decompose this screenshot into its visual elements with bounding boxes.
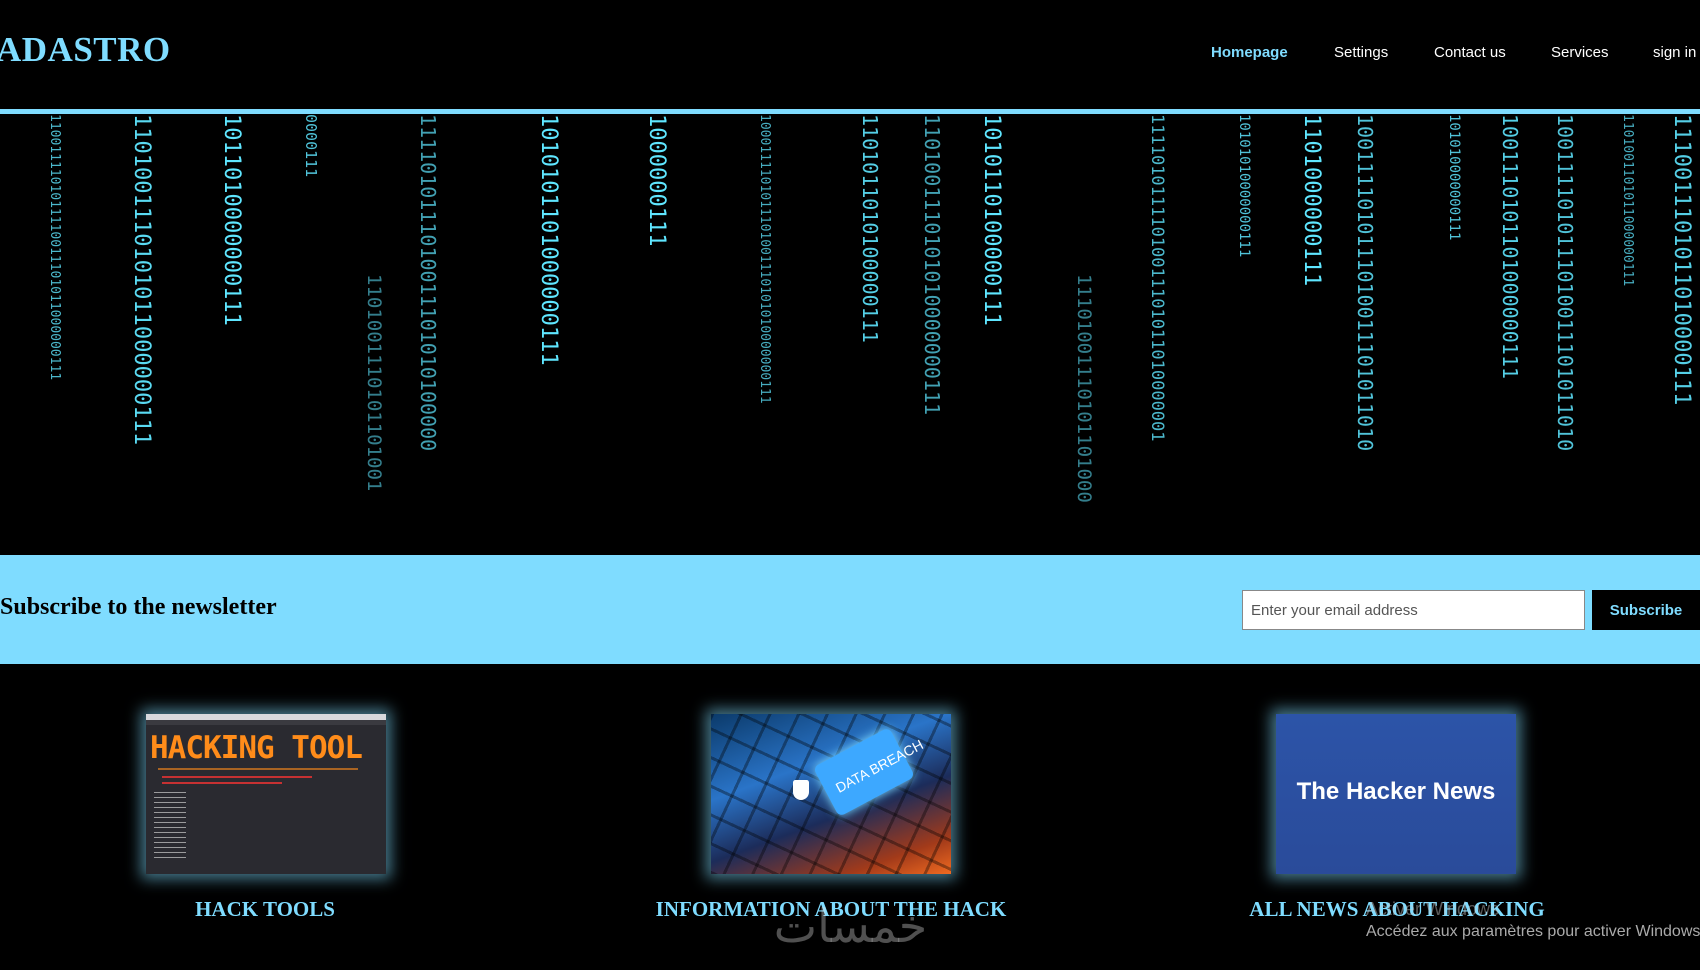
email-input[interactable] xyxy=(1242,590,1585,630)
terminal-text-block xyxy=(154,792,186,862)
binary-column: 11101001110101101000 xyxy=(1073,274,1095,503)
terminal-line xyxy=(158,768,358,770)
activation-line-1: Activer Windows xyxy=(1366,899,1500,919)
nav-settings[interactable]: Settings xyxy=(1334,44,1388,61)
terminal-line xyxy=(162,782,282,784)
binary-column: 1101011010100000111 xyxy=(858,114,882,343)
terminal-menubar xyxy=(146,720,386,725)
nav-services[interactable]: Services xyxy=(1551,44,1609,61)
binary-column: 1100111101011110011101011000000111 xyxy=(47,114,62,381)
binary-column: 1101001110101011000000111 xyxy=(129,114,154,446)
main-nav: Homepage Settings Contact us Services si… xyxy=(0,44,1700,64)
binary-column: 11110101111010011101011010000001 xyxy=(1147,114,1167,442)
nav-sign-in[interactable]: sign in xyxy=(1653,44,1696,61)
nav-homepage[interactable]: Homepage xyxy=(1211,44,1288,61)
hacking-tool-title: HACKING TOOL xyxy=(150,730,363,766)
watermark-logo-text: خمسات xyxy=(773,899,928,953)
binary-column: 1000111101011101001110101010000000111 xyxy=(757,114,772,404)
binary-column: 1101001110101010000000111 xyxy=(920,114,944,416)
newsletter-title: Subscribe to the newsletter xyxy=(0,594,277,620)
binary-column: 0000111 xyxy=(302,114,320,178)
binary-column: 1111010111010011101010100000 xyxy=(416,114,440,452)
binary-column: 1110011101011010000111 xyxy=(1669,114,1694,406)
binary-column: 1001110101101000000111 xyxy=(1498,114,1522,379)
binary-column: 1010110100000111 xyxy=(979,114,1004,326)
binary-column: 1000000111 xyxy=(644,114,669,247)
data-breach-image[interactable]: DATA BREACH xyxy=(711,714,951,874)
binary-column: 10101010000000111 xyxy=(1236,114,1252,258)
binary-column: 1101000000111 xyxy=(1299,114,1324,287)
binary-column: 1101001110101101001 xyxy=(363,274,385,492)
terminal-line xyxy=(162,776,312,778)
shield-icon xyxy=(793,780,809,800)
binary-column: 1011010000000111 xyxy=(219,114,244,326)
hacking-tool-image[interactable]: HACKING TOOL xyxy=(146,714,386,874)
binary-column: 1001111010111010011101011010 xyxy=(1553,114,1577,452)
newsletter-section: Subscribe to the newsletter Subscribe xyxy=(0,555,1700,664)
hacker-news-image[interactable]: The Hacker News xyxy=(1276,714,1516,874)
binary-column: 1101001101011000000111 xyxy=(1620,114,1635,287)
activation-line-2: Accédez aux paramètres pour activer Wind… xyxy=(1366,923,1700,940)
binary-column: 101010000000111 xyxy=(1446,114,1462,241)
hacker-news-logo: The Hacker News xyxy=(1296,778,1496,805)
binary-column: 1010101101000000111 xyxy=(536,114,561,366)
binary-rain-hero: 1100111101011110011101011000000111 11010… xyxy=(0,114,1700,555)
binary-column: 1001111010111010011101011010 xyxy=(1353,114,1377,452)
nav-contact-us[interactable]: Contact us xyxy=(1434,44,1506,61)
khamsat-watermark-logo: خمسات xyxy=(748,896,953,956)
subscribe-button[interactable]: Subscribe xyxy=(1592,590,1700,630)
windows-activation-notice: Activer Windows Accédez aux paramètres p… xyxy=(1366,899,1700,941)
site-header: ADASTRO Homepage Settings Contact us Ser… xyxy=(0,0,1700,109)
card-title-hack-tools[interactable]: HACK TOOLS xyxy=(195,897,335,922)
